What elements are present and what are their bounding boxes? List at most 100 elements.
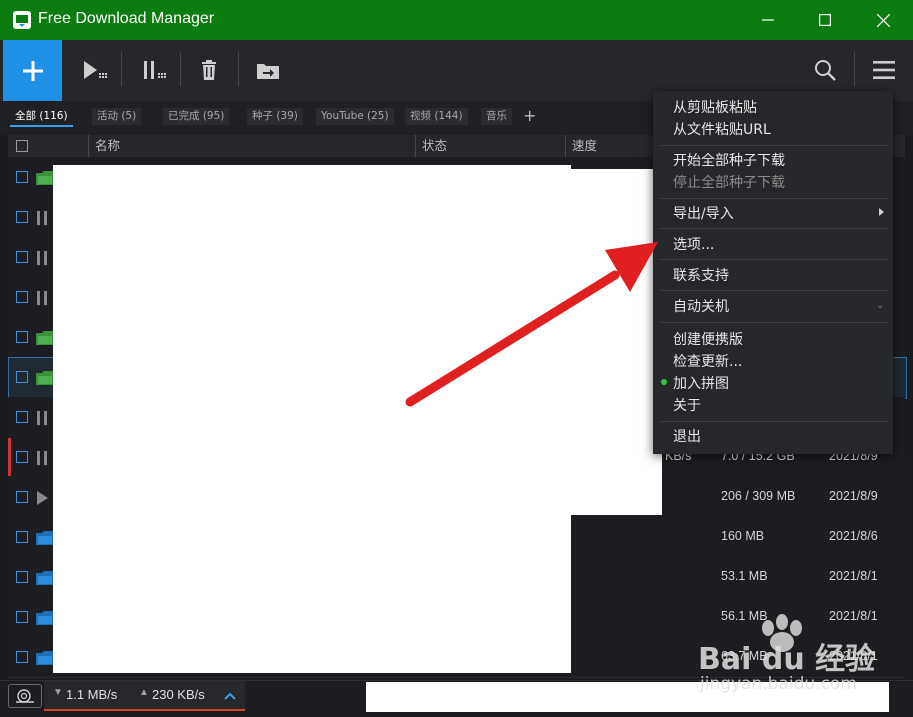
chevron-down-icon: ⌄ (876, 300, 885, 311)
tab-completed[interactable]: 已完成 (95) (163, 108, 230, 125)
menu-separator (660, 228, 888, 229)
row-size: 206 / 309 MB (721, 489, 796, 503)
menu-item-exit[interactable]: 退出 (673, 426, 701, 446)
menu-item-join-puzzle[interactable]: 加入拼图 (673, 373, 729, 393)
start-button[interactable] (80, 55, 110, 85)
play-icon (36, 490, 48, 509)
folder-icon (36, 170, 54, 189)
menu-separator (660, 198, 888, 199)
move-button[interactable] (255, 55, 281, 85)
row-size: 160 MB (721, 529, 765, 543)
select-all-checkbox[interactable] (16, 140, 28, 152)
tab-torrents[interactable]: 种子 (39) (247, 108, 303, 125)
row-checkbox[interactable] (16, 291, 28, 303)
watermark-url: jingyan.baidu.com (700, 674, 857, 694)
column-header-status[interactable]: 状态 (422, 135, 447, 157)
main-menu-button[interactable] (870, 55, 898, 85)
row-checkbox[interactable] (16, 171, 28, 183)
snail-icon (16, 689, 34, 703)
folder-icon (36, 370, 54, 389)
add-tab-button[interactable]: + (523, 106, 536, 125)
tab-video[interactable]: 视频 (144) (405, 108, 468, 125)
row-date: 2021/8/6 (829, 529, 878, 543)
close-icon (877, 13, 890, 27)
tab-youtube[interactable]: YouTube (25) (316, 108, 394, 125)
row-size: 53.1 MB (721, 569, 768, 583)
download-speed: 1.1 MB/s (66, 687, 118, 702)
upload-speed: 230 KB/s (152, 687, 205, 702)
watermark: Bai du 经验 jingyan.baidu.com (698, 612, 898, 694)
folder-icon (36, 530, 54, 549)
toolbar-divider (180, 52, 181, 86)
fdm-app-icon (13, 11, 31, 29)
menu-item-contact-support[interactable]: 联系支持 (673, 265, 729, 285)
menu-item-stop-all-torrents: 停止全部种子下载 (673, 175, 785, 191)
menu-separator (660, 322, 888, 323)
menu-item-check-updates[interactable]: 检查更新... (673, 351, 742, 371)
add-download-button[interactable] (3, 40, 62, 101)
menu-separator (660, 259, 888, 260)
toolbar-divider (238, 52, 239, 86)
row-checkbox[interactable] (16, 491, 28, 503)
menu-item-about[interactable]: 关于 (673, 395, 701, 415)
column-header-speed[interactable]: 速度 (572, 135, 597, 157)
column-divider (565, 135, 566, 157)
pause-all-icon (144, 61, 166, 79)
pause-icon (36, 250, 48, 269)
error-marker (8, 438, 11, 476)
row-date: 2021/8/1 (829, 569, 878, 583)
folder-icon (36, 330, 54, 349)
column-header-name[interactable]: 名称 (95, 135, 120, 157)
row-checkbox[interactable] (16, 571, 28, 583)
chevron-up-icon (224, 692, 236, 700)
watermark-brand: Bai du 经验 (698, 642, 876, 677)
menu-item-start-all-torrents[interactable]: 开始全部种子下载 (673, 150, 785, 170)
tab-active[interactable]: 活动 (5) (92, 108, 142, 125)
submenu-arrow-icon (879, 208, 884, 216)
hamburger-icon (873, 61, 895, 79)
folder-icon (36, 570, 54, 589)
close-button[interactable] (856, 0, 911, 40)
toolbar-divider (854, 52, 855, 86)
menu-item-paste-clipboard[interactable]: 从剪贴板粘贴 (673, 97, 757, 117)
pause-icon (36, 450, 48, 469)
menu-item-auto-shutdown[interactable]: 自动关机 (673, 296, 729, 316)
tab-music[interactable]: 音乐 (481, 108, 512, 125)
pause-button[interactable] (140, 55, 170, 85)
folder-icon (36, 650, 54, 669)
search-icon (815, 60, 836, 81)
tab-all[interactable]: 全部 (116) (10, 108, 73, 127)
column-divider (415, 135, 416, 157)
expand-speed-button[interactable] (224, 686, 236, 705)
folder-icon (36, 610, 54, 629)
red-arrow-annotation (405, 242, 658, 407)
row-checkbox[interactable] (16, 411, 28, 423)
menu-separator (660, 421, 888, 422)
row-checkbox[interactable] (16, 531, 28, 543)
upload-arrow-icon: ▲ (139, 687, 149, 698)
row-checkbox[interactable] (16, 251, 28, 263)
menu-separator (660, 145, 888, 146)
search-button[interactable] (812, 55, 838, 85)
row-checkbox[interactable] (16, 331, 28, 343)
minimize-button[interactable] (740, 0, 795, 40)
menu-item-paste-file-url[interactable]: 从文件粘贴URL (673, 119, 771, 139)
row-checkbox[interactable] (16, 451, 28, 463)
row-checkbox[interactable] (16, 211, 28, 223)
menu-item-export-import[interactable]: 导出/导入 (673, 203, 734, 223)
row-checkbox[interactable] (16, 611, 28, 623)
speed-mode-button[interactable] (8, 684, 42, 708)
download-arrow-icon: ▼ (53, 687, 63, 698)
delete-button[interactable] (197, 55, 221, 85)
pause-icon (36, 410, 48, 429)
toolbar-divider (121, 52, 122, 86)
plus-icon (22, 60, 43, 81)
row-checkbox[interactable] (16, 651, 28, 663)
row-checkbox[interactable] (16, 371, 28, 383)
menu-item-create-portable[interactable]: 创建便携版 (673, 329, 743, 349)
play-all-icon (84, 61, 107, 79)
maximize-button[interactable] (797, 0, 852, 40)
window-title: Free Download Manager (38, 10, 215, 27)
menu-item-options[interactable]: 选项... (673, 234, 714, 254)
trash-icon (202, 60, 216, 80)
